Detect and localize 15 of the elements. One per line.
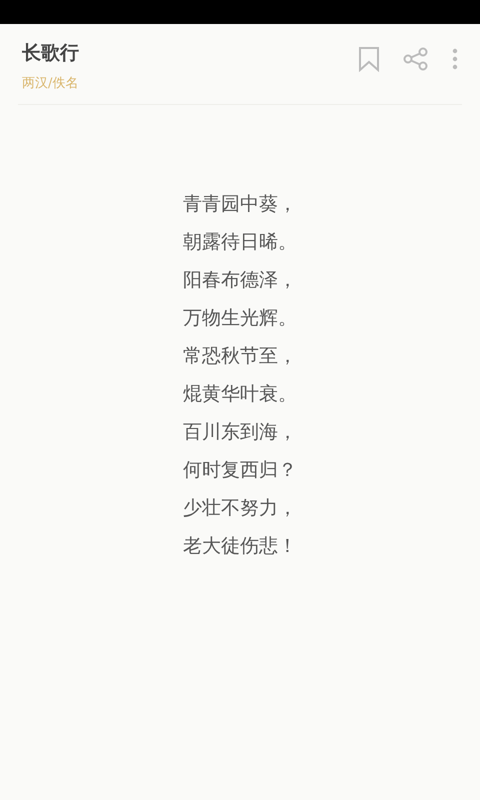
poem-line: 百川东到海， [183,421,297,443]
poem-line: 朝露待日晞。 [183,231,297,253]
poem-line: 万物生光辉。 [183,307,297,329]
poem-line: 常恐秋节至， [183,345,297,367]
poem-line: 何时复西归？ [183,459,297,481]
poem-line: 少壮不努力， [183,497,297,519]
poem-title: 长歌行 [22,41,80,66]
share-icon[interactable] [402,47,430,71]
poem-line: 阳春布德泽， [183,269,297,291]
more-icon[interactable] [452,48,458,70]
dynasty-author[interactable]: 两汉/佚名 [22,74,358,92]
poem-line: 青青园中葵， [183,193,297,215]
poem-line: 老大徒伤悲！ [183,535,297,557]
bookmark-icon[interactable] [358,46,380,72]
poem-line: 焜黄华叶衰。 [183,383,297,405]
